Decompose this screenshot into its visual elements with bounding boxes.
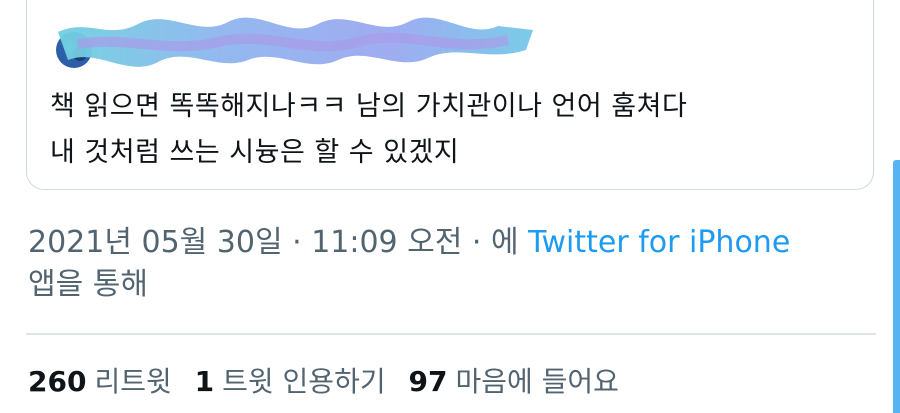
- quote-tweets-stat[interactable]: 1 트윗 인용하기: [195, 362, 386, 402]
- likes-label: 마음에 들어요: [455, 365, 619, 398]
- likes-count: 97: [408, 365, 448, 398]
- redaction-scribble: [58, 17, 533, 67]
- retweets-stat[interactable]: 260 리트윗: [28, 362, 172, 402]
- via-prefix: 에: [491, 225, 529, 260]
- engagement-stats: 260 리트윗 1 트윗 인용하기 97 마음에 들어요: [28, 362, 633, 402]
- via-suffix: 앱을 통해: [28, 267, 148, 302]
- scrollbar[interactable]: [893, 160, 900, 413]
- quotes-count: 1: [194, 365, 215, 398]
- retweets-count: 260: [28, 365, 87, 398]
- source-link[interactable]: Twitter for iPhone: [528, 225, 790, 260]
- quoted-tweet-text: 책 읽으면 똑똑해지나ㅋㅋ 남의 가치관이나 언어 훔쳐다 내 것처럼 쓰는 시…: [50, 84, 850, 176]
- tweet-time[interactable]: 11:09 오전: [311, 225, 462, 260]
- meta-separator: ·: [462, 225, 491, 260]
- tweet-detail-view: 책 읽으면 똑똑해지나ㅋㅋ 남의 가치관이나 언어 훔쳐다 내 것처럼 쓰는 시…: [0, 0, 900, 413]
- quoted-tweet-line-1: 책 읽으면 똑똑해지나ㅋㅋ 남의 가치관이나 언어 훔쳐다: [50, 91, 688, 122]
- tweet-date[interactable]: 2021년 05월 30일: [28, 225, 283, 260]
- quoted-tweet-line-2: 내 것처럼 쓰는 시늉은 할 수 있겠지: [50, 137, 460, 168]
- tweet-metadata: 2021년 05월 30일 · 11:09 오전 · 에 Twitter for…: [28, 222, 848, 306]
- retweets-label: 리트윗: [94, 365, 172, 398]
- quotes-label: 트윗 인용하기: [222, 365, 386, 398]
- meta-separator: ·: [282, 225, 312, 260]
- likes-stat[interactable]: 97 마음에 들어요: [409, 362, 619, 402]
- divider: [26, 333, 876, 335]
